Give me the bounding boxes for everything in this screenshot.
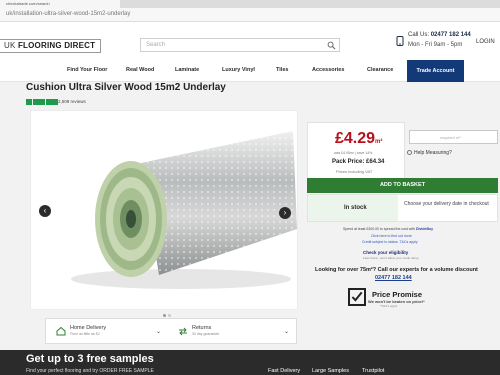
login-link[interactable]: LOGIN <box>476 39 495 45</box>
browser-tab[interactable]: checkatrade.com/search <box>0 0 120 8</box>
nav-clearance[interactable]: Clearance <box>367 67 393 73</box>
help-measuring-label: Help Measuring? <box>414 150 452 156</box>
inc-vat-note: Prices including VAT <box>336 169 373 174</box>
add-to-basket-button[interactable]: ADD TO BASKET <box>307 178 498 193</box>
stock-status-area: In stock <box>308 195 398 221</box>
help-measuring-radio[interactable] <box>407 150 412 156</box>
nav-laminate[interactable]: Laminate <box>175 67 199 73</box>
main-nav: Find Your Floor Real Wood Laminate Luxur… <box>0 60 500 82</box>
samples-banner: Get up to 3 free samples Find your perfe… <box>0 350 500 375</box>
stock-status: In stock <box>344 205 367 211</box>
volume-phone-link[interactable]: 02477 182 144 <box>375 275 412 281</box>
find-out-more-link[interactable]: Click here to find out more <box>371 234 412 238</box>
call-hours: Mon - Fri 9am - 5pm <box>408 42 463 48</box>
product-gallery: ‹ › <box>30 110 298 310</box>
review-count[interactable]: 2,509 reviews <box>58 99 86 104</box>
gallery-dot[interactable] <box>168 314 171 317</box>
help-measuring[interactable]: Help Measuring? <box>407 150 452 156</box>
returns-toggle[interactable]: Returns 30 day guarantee ⌄ <box>172 319 296 343</box>
chevron-down-icon: ⌄ <box>284 329 290 335</box>
price-unit: m² <box>375 139 383 145</box>
home-delivery-icon <box>56 326 66 336</box>
was-price: was £4.95m² | save 14% <box>334 151 373 155</box>
call-us[interactable]: Call Us: 02477 182 144 Mon - Fri 9am - 5… <box>396 32 476 54</box>
star-icon <box>39 99 45 105</box>
call-us-line: Call Us: 02477 182 144 <box>408 32 471 38</box>
logo-prefix: UK <box>4 41 16 50</box>
logo-text: FLOORING DIRECT <box>17 41 96 50</box>
underlay-roll-image <box>31 111 297 309</box>
samples-banner-sub[interactable]: Find your perfect flooring and try ORDER… <box>26 368 154 374</box>
divide-buy-text: Spend at least £300.00 to spread the cos… <box>343 227 433 231</box>
star-icon <box>26 99 32 105</box>
purchase-panel: £4.29m² was £4.95m² | save 14% Pack Pric… <box>305 116 500 296</box>
price-promise-tc: *T&C's apply <box>380 304 398 308</box>
nav-accessories[interactable]: Accessories <box>312 67 344 73</box>
banner-trustpilot[interactable]: Trustpilot <box>362 368 384 374</box>
rating-stars[interactable] <box>26 99 59 105</box>
eligibility-sub: Fast check - won't affect your credit ra… <box>363 256 419 260</box>
banner-fast-delivery[interactable]: Fast Delivery <box>268 368 300 374</box>
home-delivery-toggle[interactable]: Home Delivery From as little as £0 ⌄ <box>46 319 170 343</box>
returns-sub: 30 day guarantee <box>192 332 220 336</box>
pack-price: Pack Price: £64.34 <box>332 159 385 165</box>
gallery-dot[interactable] <box>163 314 166 317</box>
site-header: UK FLOORING DIRECT Search Call Us: 02477… <box>0 22 500 60</box>
price-amount: £4.29 <box>335 130 376 147</box>
check-eligibility-link[interactable]: Check your eligibility <box>363 250 408 255</box>
price-box: £4.29m² was £4.95m² | save 14% Pack Pric… <box>307 122 405 182</box>
nav-trade-account[interactable]: Trade Account <box>407 60 464 82</box>
samples-banner-title: Get up to 3 free samples <box>26 353 154 365</box>
quantity-placeholder: required m² <box>440 135 461 140</box>
nav-find-your-floor[interactable]: Find Your Floor <box>67 67 107 73</box>
star-icon <box>32 99 39 105</box>
screen: checkatrade.com/search uk/installation-u… <box>0 0 500 375</box>
product-title: Cushion Ultra Silver Wood 15m2 Underlay <box>26 82 226 93</box>
star-icon <box>45 99 52 105</box>
credit-status-link[interactable]: Credit subject to status. T&Cs apply <box>362 240 418 244</box>
home-delivery-title: Home Delivery <box>70 325 107 331</box>
banner-large-samples[interactable]: Large Samples <box>312 368 349 374</box>
call-number: 02477 182 144 <box>430 32 471 38</box>
call-label: Call Us: <box>408 32 430 38</box>
delivery-returns-row: Home Delivery From as little as £0 ⌄ Ret… <box>45 318 297 344</box>
address-bar[interactable]: uk/installation-ultra-silver-wood-15m2-u… <box>0 8 500 22</box>
volume-discount-text: Looking for over 75m²? Call our experts … <box>315 267 478 273</box>
gallery-next-button[interactable]: › <box>279 207 291 219</box>
browser-tab-bar: checkatrade.com/search <box>0 0 500 8</box>
divide-buy-copy: Spend at least £300.00 to spread the cos… <box>343 227 415 231</box>
delivery-note: Choose your delivery date in checkout <box>404 201 489 207</box>
returns-title: Returns <box>192 325 212 331</box>
nav-real-wood[interactable]: Real Wood <box>126 67 154 73</box>
price-promise: Price Promise We won't be beaten on pric… <box>348 288 428 308</box>
quantity-input[interactable]: required m² <box>409 130 498 144</box>
chevron-down-icon: ⌄ <box>156 329 162 335</box>
nav-luxury-vinyl[interactable]: Luxury Vinyl <box>222 67 255 73</box>
price-promise-title: Price Promise <box>372 290 423 299</box>
url-text[interactable]: uk/installation-ultra-silver-wood-15m2-u… <box>6 11 130 17</box>
returns-icon <box>179 327 187 336</box>
search-input[interactable]: Search <box>140 38 340 52</box>
home-delivery-sub: From as little as £0 <box>70 332 100 336</box>
stock-box: In stock Choose your delivery date in ch… <box>307 194 498 222</box>
phone-icon <box>396 36 404 46</box>
nav-tiles[interactable]: Tiles <box>276 67 288 73</box>
site-logo[interactable]: UK FLOORING DIRECT <box>0 39 102 53</box>
gallery-prev-button[interactable]: ‹ <box>39 205 51 217</box>
checkmark-icon <box>348 288 366 306</box>
divide-buy-brand: DivideBuy <box>415 227 434 231</box>
search-icon[interactable] <box>327 41 336 50</box>
price: £4.29m² <box>335 130 382 148</box>
search-placeholder: Search <box>146 42 166 48</box>
